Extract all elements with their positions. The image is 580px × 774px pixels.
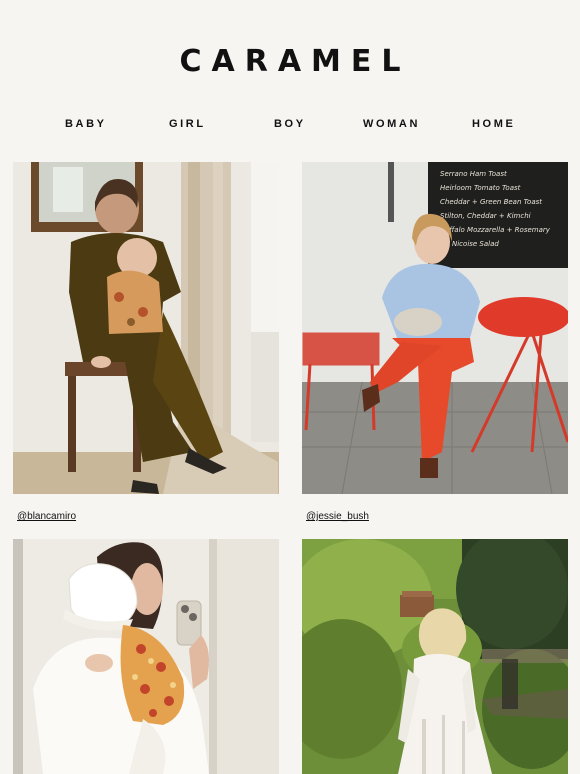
nav-item-boy[interactable]: BOY — [274, 118, 306, 130]
nav-item-woman[interactable]: WOMAN — [363, 118, 420, 130]
nav-item-girl[interactable]: GIRL — [169, 118, 206, 130]
girl-white-dress-garden-photo[interactable] — [302, 539, 568, 774]
menu-line-4: Stilton, Cheddar + Kimchi — [440, 212, 531, 220]
menu-line-2: Heirloom Tomato Toast — [440, 184, 521, 192]
menu-line-1: Serrano Ham Toast — [440, 170, 507, 178]
mirror-selfie-with-baby-photo[interactable] — [13, 539, 279, 774]
main-nav: BABY GIRL BOY WOMAN HOME — [0, 118, 580, 134]
nav-item-home[interactable]: HOME — [472, 118, 515, 130]
menu-line-3: Cheddar + Green Bean Toast — [440, 198, 542, 206]
photo-caption-blancamiro[interactable]: @blancamiro — [17, 511, 76, 522]
menu-line-6: Nicoise Salad — [452, 240, 499, 248]
nav-item-baby[interactable]: BABY — [65, 118, 107, 130]
woman-seated-holding-baby-photo[interactable] — [13, 162, 279, 494]
menu-line-5: Buffalo Mozzarella + Rosemary — [440, 226, 551, 234]
brand-logo[interactable]: CARAMEL — [0, 44, 580, 79]
woman-seated-red-chair-cafe-photo[interactable]: Serrano Ham Toast Heirloom Tomato Toast … — [302, 162, 568, 494]
photo-caption-jessie-bush[interactable]: @jessie_bush — [306, 511, 369, 522]
